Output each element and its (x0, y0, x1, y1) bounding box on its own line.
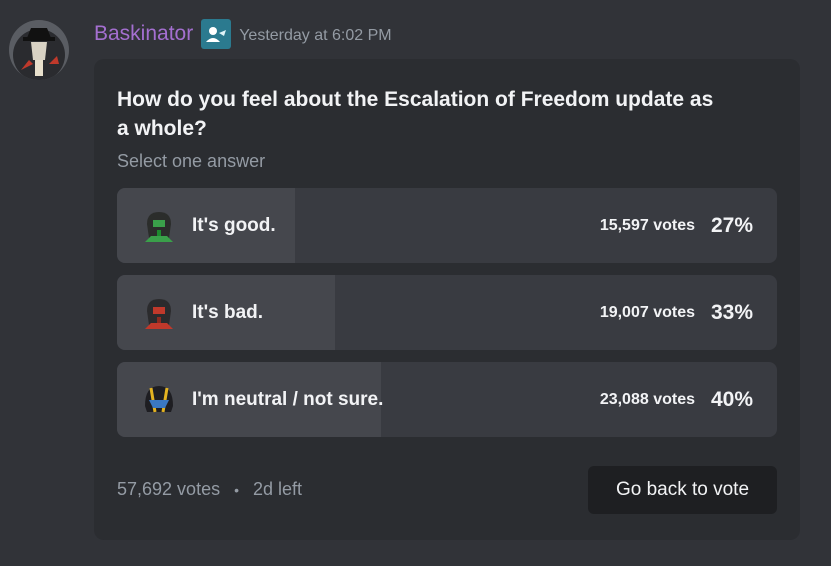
red-helmet-icon (145, 299, 173, 329)
answer-percent: 40% (710, 388, 753, 411)
poll-footer: 57,692 votes • 2d left (117, 479, 302, 500)
user-avatar[interactable] (9, 20, 69, 80)
answer-label: I'm neutral / not sure. (192, 389, 384, 410)
poll-answer-bad[interactable]: It's bad. 19,007 votes 33% (117, 275, 777, 350)
yellow-helmet-icon (145, 386, 173, 413)
message-timestamp: Yesterday at 6:02 PM (239, 26, 392, 44)
go-back-to-vote-button[interactable]: Go back to vote (588, 466, 777, 514)
time-left: 2d left (252, 479, 303, 499)
separator-dot: • (234, 481, 239, 498)
message-header: Baskinator Yesterday at 6:02 PM (94, 18, 392, 50)
role-badge-icon[interactable] (201, 19, 232, 49)
answer-vote-count: 23,088 votes (599, 391, 695, 408)
answer-percent: 27% (710, 214, 753, 237)
author-name[interactable]: Baskinator (94, 22, 193, 46)
poll-instructions: Select one answer (117, 151, 266, 171)
poll-card: How do you feel about the Escalation of … (94, 59, 800, 540)
green-helmet-icon (145, 212, 173, 242)
poll-answer-neutral[interactable]: I'm neutral / not sure. 23,088 votes 40% (117, 362, 777, 437)
answer-label: It's bad. (192, 302, 264, 323)
total-votes: 57,692 votes (117, 479, 221, 499)
poll-question: How do you feel about the Escalation of … (117, 88, 714, 140)
answer-percent: 33% (710, 301, 753, 324)
answer-vote-count: 15,597 votes (599, 217, 695, 234)
poll-answer-good[interactable]: It's good. 15,597 votes 27% (117, 188, 777, 263)
answer-label: It's good. (192, 215, 276, 236)
helldiver-avatar-icon (9, 20, 69, 80)
answer-vote-count: 19,007 votes (599, 304, 695, 321)
